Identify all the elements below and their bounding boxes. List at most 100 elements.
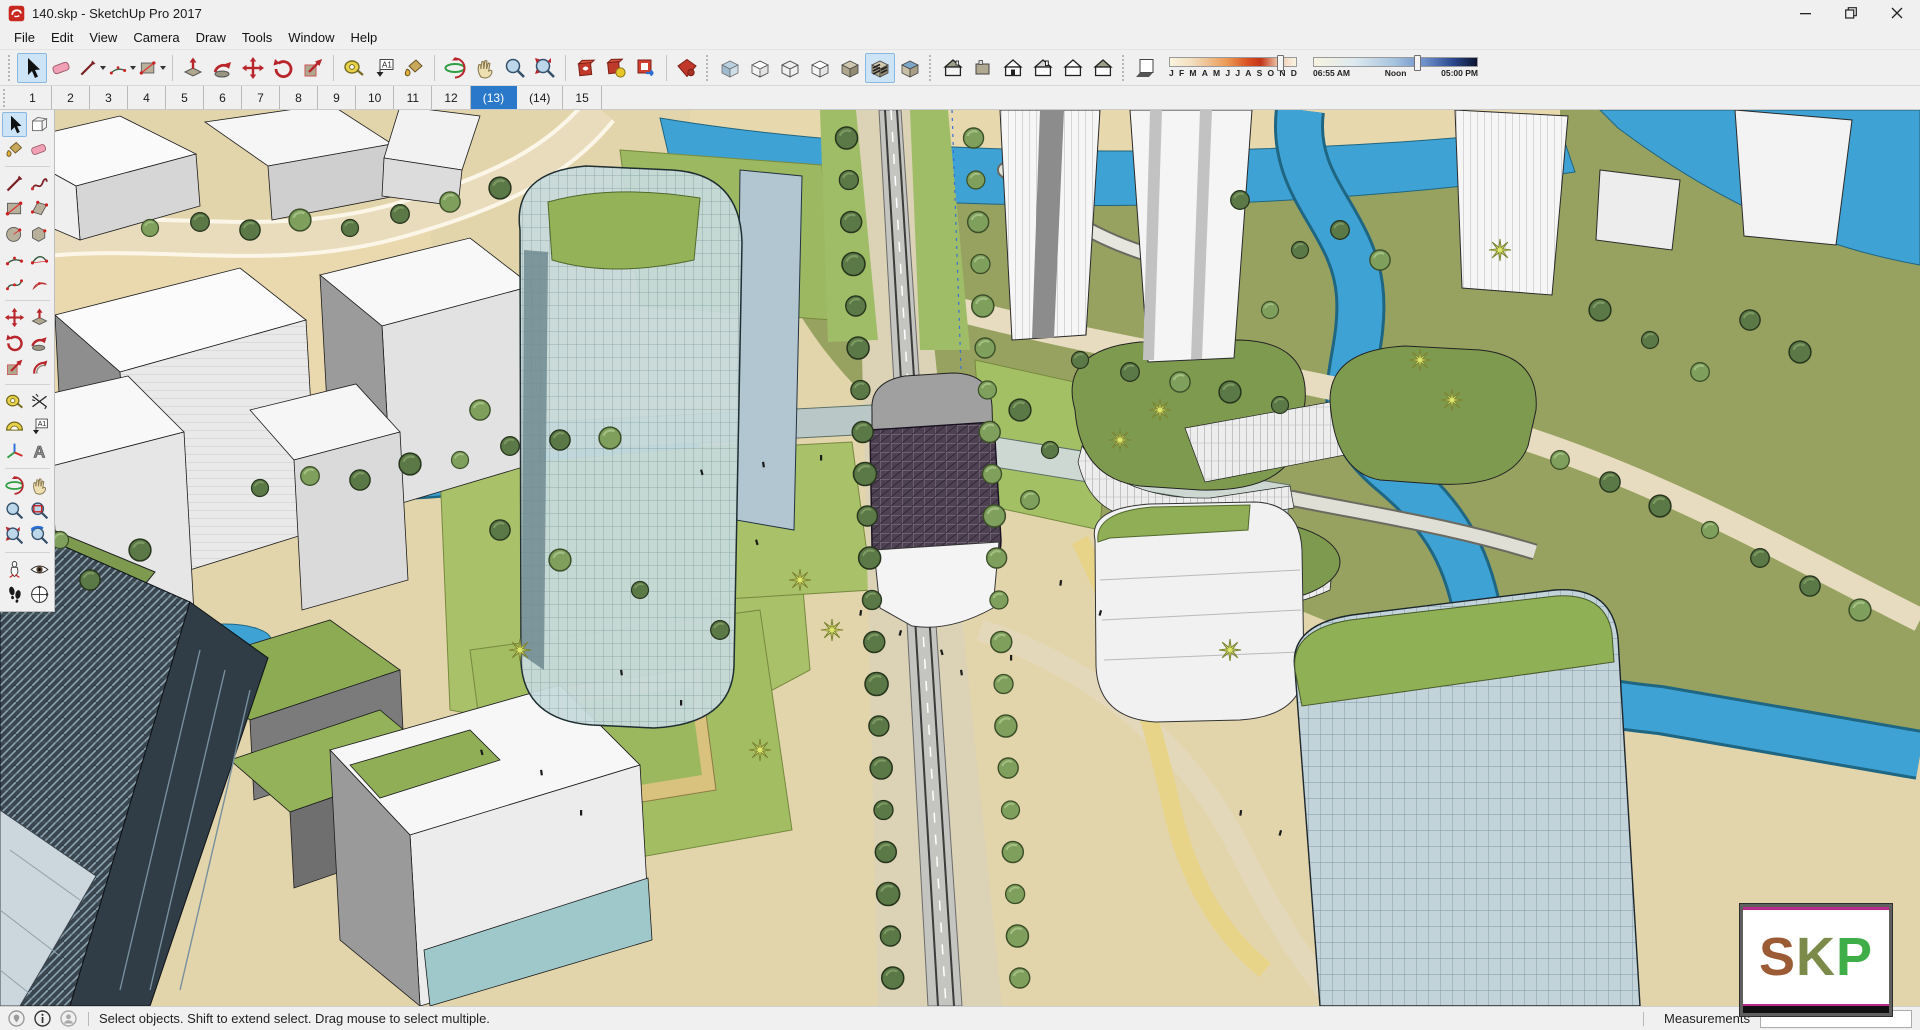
text-button[interactable]: A1	[369, 53, 399, 83]
iso-button[interactable]	[938, 53, 968, 83]
arc-palette-button[interactable]	[2, 246, 27, 271]
axes-palette-button[interactable]	[2, 439, 27, 464]
zoom-extents-palette-button[interactable]	[2, 523, 27, 548]
scene-tab-12[interactable]: 12	[432, 86, 471, 109]
dropdown-caret-icon[interactable]	[130, 65, 136, 70]
paint-bucket-button[interactable]	[399, 53, 429, 83]
previous-view-palette-button[interactable]	[27, 523, 52, 548]
right-button[interactable]	[1088, 53, 1118, 83]
eraser-palette-button[interactable]	[27, 137, 52, 162]
user-icon[interactable]	[60, 1010, 77, 1027]
zoom-extents-button[interactable]	[530, 53, 560, 83]
zoom-window-palette-button[interactable]	[27, 498, 52, 523]
move-palette-button[interactable]	[2, 305, 27, 330]
menu-draw[interactable]: Draw	[188, 27, 234, 48]
scene-tab-10[interactable]: 10	[356, 86, 395, 109]
scene-tab-3[interactable]: 3	[90, 86, 128, 109]
2-point-arc-palette-button[interactable]	[27, 246, 52, 271]
scene-tab-1[interactable]: 1	[14, 86, 52, 109]
paint-bucket-palette-button[interactable]	[2, 137, 27, 162]
follow-me-button[interactable]	[208, 53, 238, 83]
scene-tab-13[interactable]: (13)	[470, 86, 518, 109]
position-camera-palette-button[interactable]	[2, 557, 27, 582]
freehand-palette-button[interactable]	[27, 171, 52, 196]
scene-tab-5[interactable]: 5	[166, 86, 204, 109]
text-palette-button[interactable]: A1	[27, 414, 52, 439]
3-point-arc-palette-button[interactable]	[2, 271, 27, 296]
zoom-button[interactable]	[500, 53, 530, 83]
shadows-toggle-button[interactable]	[1131, 53, 1161, 83]
arc-button[interactable]	[107, 53, 137, 83]
menu-help[interactable]: Help	[343, 27, 386, 48]
orbit-button[interactable]	[440, 53, 470, 83]
make-component-palette-button[interactable]	[27, 112, 52, 137]
top-button[interactable]	[968, 53, 998, 83]
dropdown-caret-icon[interactable]	[100, 65, 106, 70]
back-button[interactable]	[1028, 53, 1058, 83]
send-to-layout-button[interactable]	[672, 53, 702, 83]
rectangle-palette-button[interactable]	[2, 196, 27, 221]
offset-palette-button[interactable]	[27, 355, 52, 380]
menu-tools[interactable]: Tools	[234, 27, 280, 48]
geolocation-icon[interactable]	[8, 1010, 25, 1027]
zoom-palette-button[interactable]	[2, 498, 27, 523]
protractor-palette-button[interactable]	[2, 414, 27, 439]
push-pull-button[interactable]	[178, 53, 208, 83]
circle-palette-button[interactable]	[2, 221, 27, 246]
line-button[interactable]	[77, 53, 107, 83]
section-plane-palette-button[interactable]	[27, 582, 52, 607]
shaded-button[interactable]	[835, 53, 865, 83]
rotated-rectangle-palette-button[interactable]	[27, 196, 52, 221]
scale-button[interactable]	[298, 53, 328, 83]
menu-camera[interactable]: Camera	[125, 27, 187, 48]
scene-tab-6[interactable]: 6	[204, 86, 242, 109]
move-button[interactable]	[238, 53, 268, 83]
share-model-button[interactable]	[601, 53, 631, 83]
walk-palette-button[interactable]	[2, 582, 27, 607]
rectangle-button[interactable]	[137, 53, 167, 83]
scene-tab-8[interactable]: 8	[280, 86, 318, 109]
menu-view[interactable]: View	[81, 27, 125, 48]
pan-button[interactable]	[470, 53, 500, 83]
rotate-button[interactable]	[268, 53, 298, 83]
help-icon[interactable]	[34, 1010, 51, 1027]
scale-palette-button[interactable]	[2, 355, 27, 380]
select-palette-button[interactable]	[2, 112, 27, 137]
monochrome-button[interactable]	[895, 53, 925, 83]
scene-tab-11[interactable]: 11	[394, 86, 433, 109]
model-viewport[interactable]	[0, 110, 1920, 1006]
menu-window[interactable]: Window	[280, 27, 342, 48]
shadow-time-slider[interactable]: 06:55 AM Noon 05:00 PM	[1313, 55, 1478, 78]
scene-tab-2[interactable]: 2	[52, 86, 90, 109]
close-button[interactable]	[1874, 0, 1920, 26]
3d-text-palette-button[interactable]: A	[27, 439, 52, 464]
dropdown-caret-icon[interactable]	[160, 65, 166, 70]
line-palette-button[interactable]	[2, 171, 27, 196]
dimension-palette-button[interactable]	[27, 389, 52, 414]
follow-me-palette-button[interactable]	[27, 330, 52, 355]
shadow-time-slider-thumb[interactable]	[1413, 55, 1421, 71]
select-button[interactable]	[17, 52, 47, 83]
menu-edit[interactable]: Edit	[43, 27, 81, 48]
tape-measure-palette-button[interactable]	[2, 389, 27, 414]
front-button[interactable]	[998, 53, 1028, 83]
scene-tab-14[interactable]: (14)	[517, 86, 564, 109]
x-ray-button[interactable]	[715, 53, 745, 83]
tape-measure-button[interactable]	[339, 53, 369, 83]
rotate-palette-button[interactable]	[2, 330, 27, 355]
maximize-button[interactable]	[1828, 0, 1874, 26]
scene-tab-15[interactable]: 15	[563, 86, 602, 109]
shaded-with-textures-button[interactable]	[865, 52, 895, 83]
scene-tab-7[interactable]: 7	[242, 86, 280, 109]
extension-warehouse-button[interactable]	[631, 53, 661, 83]
eraser-button[interactable]	[47, 53, 77, 83]
left-button[interactable]	[1058, 53, 1088, 83]
scene-tab-9[interactable]: 9	[318, 86, 356, 109]
shadow-date-slider-thumb[interactable]	[1276, 55, 1284, 71]
shadow-date-slider[interactable]: JFMAMJJASOND	[1169, 55, 1297, 78]
scene-tab-4[interactable]: 4	[128, 86, 166, 109]
push-pull-palette-button[interactable]	[27, 305, 52, 330]
wireframe-button[interactable]	[775, 53, 805, 83]
hidden-line-button[interactable]	[805, 53, 835, 83]
menu-file[interactable]: File	[6, 27, 43, 48]
